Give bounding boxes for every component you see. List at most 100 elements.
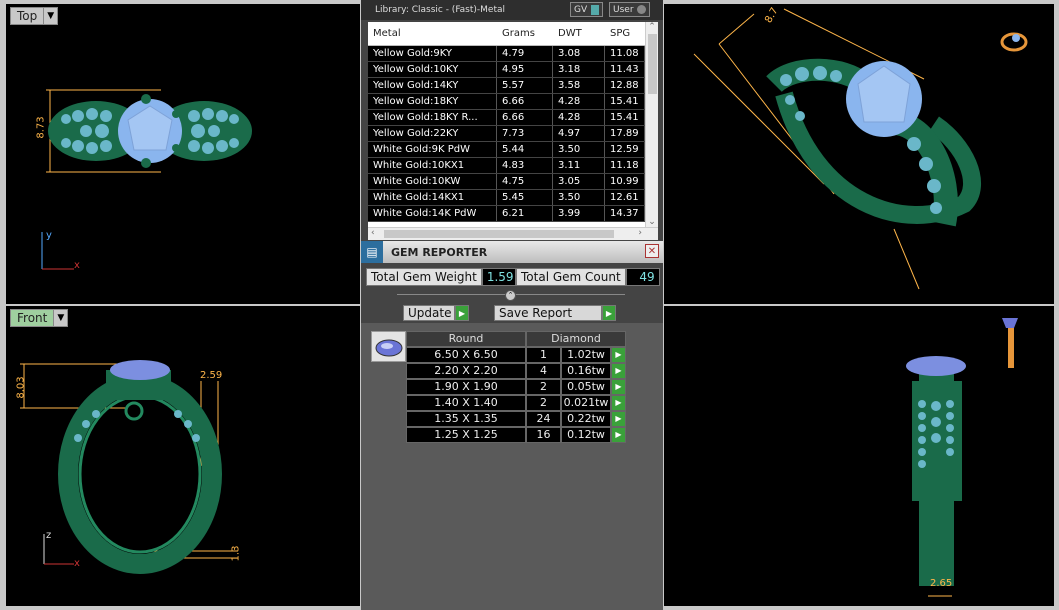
play-icon[interactable]: ▶ — [611, 347, 626, 363]
gem-cell: 4 — [526, 363, 561, 379]
save-report-button[interactable]: Save Report ▶ — [494, 305, 616, 321]
gem-cell: 0.05tw — [561, 379, 611, 395]
table-cell: 4.28 — [553, 110, 605, 125]
gem-cell: 2 — [526, 379, 561, 395]
horizontal-scrollbar[interactable]: ‹ › — [368, 227, 658, 240]
play-icon[interactable]: ▶ — [611, 379, 626, 395]
table-body: Yellow Gold:9KY 4.79 3.08 11.08 Yellow Gold:… — [368, 46, 658, 222]
gv-label: GV — [574, 4, 588, 15]
table-cell: 12.88 — [605, 78, 645, 93]
scroll-left-icon[interactable]: ‹ — [371, 228, 375, 238]
table-cell: 11.08 — [605, 46, 645, 61]
table-cell: 7.73 — [497, 126, 553, 141]
table-row[interactable]: Yellow Gold:10KY 4.95 3.18 11.43 — [368, 62, 658, 78]
table-row[interactable]: White Gold:14KX1 5.45 3.50 12.61 — [368, 190, 658, 206]
table-cell: 3.50 — [553, 190, 605, 205]
play-icon[interactable]: ▶ — [602, 305, 616, 321]
side-viewport[interactable]: 2.65 — [664, 306, 1054, 606]
update-button[interactable]: Update ▶ — [403, 305, 469, 321]
table-cell: 6.66 — [497, 110, 553, 125]
gem-row[interactable]: 1.25 X 1.25 16 0.12tw ▶ — [406, 427, 626, 443]
table-cell: 12.61 — [605, 190, 645, 205]
gem-cell: 16 — [526, 427, 561, 443]
gem-table-body: 6.50 X 6.50 1 1.02tw ▶ 2.20 X 2.20 4 0.16tw ▶ 1.… — [406, 347, 626, 443]
gem-row[interactable]: 6.50 X 6.50 1 1.02tw ▶ — [406, 347, 626, 363]
table-cell: Yellow Gold:18KY — [368, 94, 497, 109]
vertical-scrollbar[interactable]: ⌃ ⌄ — [645, 22, 658, 227]
gem-cell: 1 — [526, 347, 561, 363]
table-cell: 5.57 — [497, 78, 553, 93]
top-viewport[interactable]: Top ▼ 8.73 y x — [6, 4, 360, 304]
table-cell: Yellow Gold:10KY — [368, 62, 497, 77]
scroll-down-icon[interactable]: ⌄ — [646, 217, 658, 227]
gem-cell: 1.35 X 1.35 — [406, 411, 526, 427]
table-row[interactable]: Yellow Gold:9KY 4.79 3.08 11.08 — [368, 46, 658, 62]
scroll-thumb[interactable] — [384, 230, 614, 238]
table-cell: 4.95 — [497, 62, 553, 77]
play-icon[interactable]: ▶ — [611, 411, 626, 427]
table-cell: 4.79 — [497, 46, 553, 61]
metal-table: Metal Grams DWT SPG Yellow Gold:9KY 4.79 3… — [368, 22, 658, 240]
table-cell: 3.50 — [553, 142, 605, 157]
table-row[interactable]: White Gold:10KX1 4.83 3.11 11.18 — [368, 158, 658, 174]
perspective-viewport[interactable]: 8.7 — [664, 4, 1054, 304]
save-report-label: Save Report — [494, 305, 602, 321]
ring-side-view — [906, 318, 1018, 597]
table-cell: 11.18 — [605, 158, 645, 173]
column-header[interactable]: Metal — [368, 28, 497, 39]
gem-row[interactable]: 2.20 X 2.20 4 0.16tw ▶ — [406, 363, 626, 379]
gem-row[interactable]: 1.40 X 1.40 2 0.021tw ▶ — [406, 395, 626, 411]
table-cell: 12.59 — [605, 142, 645, 157]
table-row[interactable]: Yellow Gold:22KY 7.73 4.97 17.89 — [368, 126, 658, 142]
toggle-indicator-icon — [591, 4, 600, 15]
play-icon[interactable]: ▶ — [611, 395, 626, 411]
play-icon[interactable]: ▶ — [611, 427, 626, 443]
table-cell: 15.41 — [605, 94, 645, 109]
user-toggle[interactable]: User — [609, 2, 650, 17]
table-cell: White Gold:10KX1 — [368, 158, 497, 173]
gem-cell: 6.50 X 6.50 — [406, 347, 526, 363]
table-row[interactable]: Yellow Gold:18KY R... 6.66 4.28 15.41 — [368, 110, 658, 126]
table-cell: 3.08 — [553, 46, 605, 61]
gem-row[interactable]: 1.35 X 1.35 24 0.22tw ▶ — [406, 411, 626, 427]
gem-row[interactable]: 1.90 X 1.90 2 0.05tw ▶ — [406, 379, 626, 395]
collapse-handle-icon[interactable]: ⌃ — [505, 290, 516, 301]
play-icon[interactable]: ▶ — [611, 363, 626, 379]
column-header[interactable]: SPG — [605, 28, 645, 39]
gem-cell: 0.021tw — [561, 395, 611, 411]
table-cell: Yellow Gold:14KY — [368, 78, 497, 93]
update-label: Update — [403, 305, 455, 321]
play-icon[interactable]: ▶ — [455, 305, 469, 321]
total-count-value: 49 — [625, 268, 660, 286]
table-cell: 4.83 — [497, 158, 553, 173]
column-header[interactable]: DWT — [553, 28, 605, 39]
close-icon[interactable]: ✕ — [645, 244, 659, 258]
column-header[interactable]: Grams — [497, 28, 553, 39]
axis-y-label: y — [46, 230, 52, 241]
table-row[interactable]: Yellow Gold:18KY 6.66 4.28 15.41 — [368, 94, 658, 110]
gem-type-header: Diamond — [526, 331, 626, 347]
ring-perspective-view — [693, 8, 1028, 290]
dimension-label: 2.65 — [930, 578, 953, 589]
table-row[interactable]: White Gold:10KW 4.75 3.05 10.99 — [368, 174, 658, 190]
gem-shape-header: Round — [406, 331, 526, 347]
round-diamond-icon — [371, 331, 406, 362]
front-viewport[interactable]: Front ▼ 8.03 2.59 1.3 z x — [6, 306, 360, 606]
table-row[interactable]: White Gold:9K PdW 5.44 3.50 12.59 — [368, 142, 658, 158]
gem-cell: 1.25 X 1.25 — [406, 427, 526, 443]
table-cell: 6.21 — [497, 206, 553, 221]
gem-reporter-header: ▤ GEM REPORTER ✕ — [361, 241, 663, 263]
gv-toggle[interactable]: GV — [570, 2, 604, 17]
dimension-height: 8.03 — [15, 376, 27, 399]
scroll-thumb[interactable] — [647, 34, 657, 94]
table-row[interactable]: White Gold:14K PdW 6.21 3.99 14.37 — [368, 206, 658, 222]
scroll-up-icon[interactable]: ⌃ — [646, 22, 658, 32]
table-cell: White Gold:9K PdW — [368, 142, 497, 157]
library-header: Library: Classic - (Fast)-Metal GV User — [361, 0, 663, 20]
table-cell: 14.37 — [605, 206, 645, 221]
table-row[interactable]: Yellow Gold:14KY 5.57 3.58 12.88 — [368, 78, 658, 94]
gem-cell: 1.90 X 1.90 — [406, 379, 526, 395]
scroll-right-icon[interactable]: › — [638, 228, 642, 238]
gem-cell: 1.02tw — [561, 347, 611, 363]
radio-icon — [636, 5, 646, 14]
